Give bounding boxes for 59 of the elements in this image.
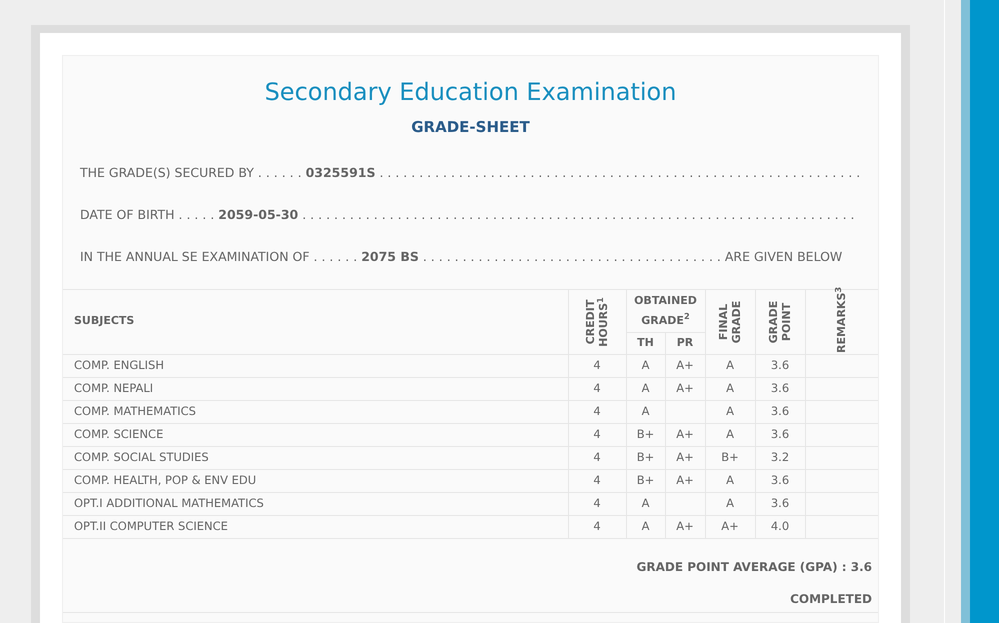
table-cell: A: [626, 400, 665, 423]
table-cell: A+: [665, 354, 705, 377]
table-cell: 3.2: [755, 446, 805, 469]
table-cell: 3.6: [755, 377, 805, 400]
table-cell: A: [626, 377, 665, 400]
table-cell: A: [626, 515, 665, 538]
table-cell: B+: [626, 446, 665, 469]
table-cell: 3.6: [755, 354, 805, 377]
table-cell: 4: [568, 423, 626, 446]
table-cell: A: [705, 400, 755, 423]
subject-cell: COMP. SOCIAL STUDIES: [63, 446, 568, 469]
table-cell: A: [705, 423, 755, 446]
table-cell: A+: [665, 469, 705, 492]
table-cell: B+: [626, 469, 665, 492]
table-cell: 4: [568, 446, 626, 469]
table-cell: 3.6: [755, 400, 805, 423]
sheet-title: Secondary Education Examination: [264, 77, 676, 108]
table-cell: A: [705, 469, 755, 492]
subject-cell: COMP. NEPALI: [63, 377, 568, 400]
table-cell: A: [705, 492, 755, 515]
table-cell: 4: [568, 377, 626, 400]
table-cell: 4: [568, 354, 626, 377]
table-cell: B+: [626, 423, 665, 446]
table-cell: A+: [665, 446, 705, 469]
column-header: TH: [626, 332, 665, 354]
column-header: FINAL GRADE: [717, 300, 743, 344]
subject-cell: COMP. MATHEMATICS: [63, 400, 568, 423]
table-cell: A+: [705, 515, 755, 538]
table-cell: B+: [705, 446, 755, 469]
column-header: SUBJECTS: [63, 289, 568, 354]
table-cell: A: [626, 492, 665, 515]
table-cell: A: [705, 354, 755, 377]
table-cell: 3.6: [755, 469, 805, 492]
table-cell: A+: [665, 423, 705, 446]
result-status: COMPLETED: [790, 590, 872, 608]
table-cell: A: [705, 377, 755, 400]
table-cell: A+: [665, 377, 705, 400]
table-cell: 4: [568, 469, 626, 492]
table-cell: A: [626, 354, 665, 377]
table-cell: A+: [665, 515, 705, 538]
gpa-text: GRADE POINT AVERAGE (GPA) : 3.6: [636, 558, 872, 576]
subject-cell: OPT.II COMPUTER SCIENCE: [63, 515, 568, 538]
statement-line: THE GRADE(S) SECURED BY . . . . . . 0325591S . . . . . . . . . . . . . . . . . . . . . . . . . . . . . . . . . . . . . . . . . . . . . . . . . . . . . . . . . . . . .: [80, 164, 862, 182]
subject-cell: COMP. SCIENCE: [63, 423, 568, 446]
subject-cell: OPT.I ADDITIONAL MATHEMATICS: [63, 492, 568, 515]
table-cell: 4.0: [755, 515, 805, 538]
statement-line: DATE OF BIRTH . . . . . 2059-05-30 . . . . . . . . . . . . . . . . . . . . . . . . . . . . . . . . . . . . . . . . . . . . . . . . . . . . . . . . . . . . . . . . . . . . . .: [80, 206, 856, 224]
sheet-subtitle: GRADE-SHEET: [411, 117, 530, 138]
table-cell: 3.6: [755, 423, 805, 446]
table-cell: 3.6: [755, 492, 805, 515]
table-cell: 4: [568, 515, 626, 538]
subject-cell: COMP. HEALTH, POP & ENV EDU: [63, 469, 568, 492]
table-cell: 4: [568, 400, 626, 423]
column-header: OBTAINED GRADE$^{2}$: [626, 289, 705, 332]
column-header: GRADE POINT: [767, 300, 793, 344]
subject-cell: COMP. ENGLISH: [63, 354, 568, 377]
table-cell: 4: [568, 492, 626, 515]
statement-line: IN THE ANNUAL SE EXAMINATION OF . . . . . . 2075 BS . . . . . . . . . . . . . . . . . . . . . . . . . . . . . . . . . . . . . . ARE GIVEN BELOW: [80, 248, 844, 266]
column-header: PR: [665, 332, 705, 354]
